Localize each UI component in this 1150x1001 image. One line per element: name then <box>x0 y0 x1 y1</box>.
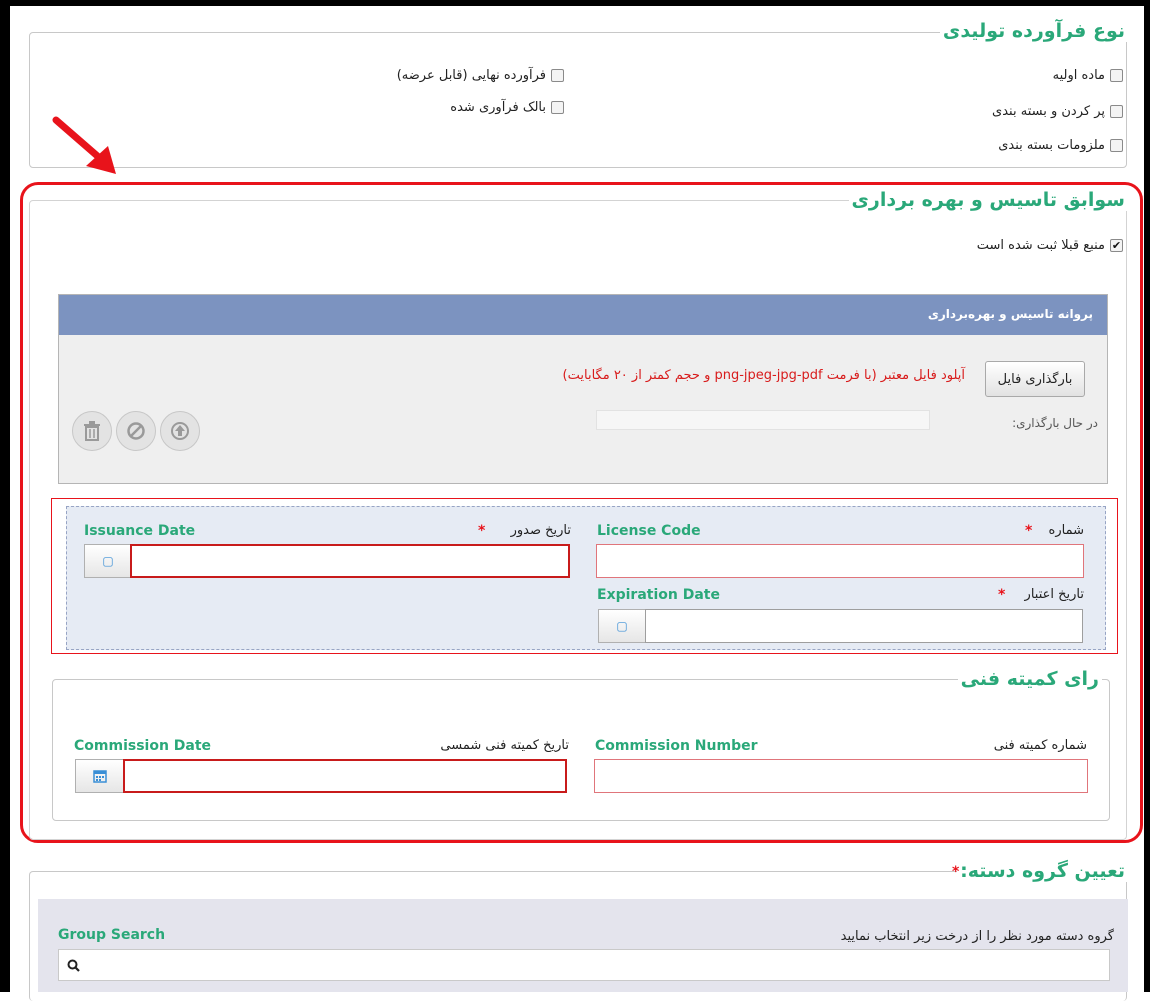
red-arrow-annotation <box>52 116 116 174</box>
group-search-label: Group Search <box>58 927 166 943</box>
checkbox-processed-bulk[interactable]: بالک فرآوری شده <box>450 100 564 115</box>
committee-legend: رای کمیته فنی <box>957 668 1102 690</box>
checkbox-box[interactable]: ✔ <box>1110 239 1123 252</box>
license-code-label: License Code <box>597 523 701 539</box>
checkbox-label: منبع قبلا ثبت شده است <box>976 238 1105 253</box>
calendar-icon: ▢ <box>616 619 628 633</box>
checkbox-label: فرآورده نهایی (قابل عرضه) <box>396 68 546 83</box>
required-star: * <box>478 523 486 539</box>
checkbox-box[interactable] <box>1110 69 1123 82</box>
group-instruction: گروه دسته مورد نظر را از درخت زیر انتخاب… <box>840 929 1114 944</box>
committee-date-label: تاریخ کمیته فنی شمسی <box>440 738 569 753</box>
commission-number-label: Commission Number <box>595 738 758 754</box>
checkbox-fill-pack[interactable]: پر کردن و بسته بندی <box>992 104 1123 119</box>
checkbox-box[interactable] <box>551 101 564 114</box>
required-star: * <box>1025 523 1033 539</box>
calendar-icon <box>93 770 107 783</box>
commission-number-input[interactable] <box>594 759 1088 793</box>
issuance-date-label: Issuance Date <box>84 523 196 539</box>
license-code-input[interactable] <box>596 544 1084 578</box>
issuance-date-input[interactable] <box>130 544 570 578</box>
checkbox-label: ملزومات بسته بندی <box>998 138 1105 153</box>
window-frame-top <box>0 0 1150 6</box>
checkbox-label: ماده اولیه <box>1052 68 1105 83</box>
checkbox-box[interactable] <box>1110 139 1123 152</box>
upload-progress-label: در حال بارگذاری: <box>1012 416 1098 430</box>
group-search-input[interactable] <box>58 949 1110 981</box>
checkbox-final-product[interactable]: فرآورده نهایی (قابل عرضه) <box>397 68 564 83</box>
start-upload-button[interactable] <box>160 411 200 451</box>
delete-file-button[interactable] <box>72 411 112 451</box>
expiration-date-label: Expiration Date <box>597 587 720 603</box>
product-type-fieldset <box>29 32 1127 168</box>
arrow-up-circle-icon <box>171 422 189 440</box>
window-frame-left <box>0 0 10 992</box>
history-legend: سوابق تاسیس و بهره برداری <box>848 189 1128 211</box>
expiration-date-input[interactable] <box>645 609 1083 643</box>
license-number-label: شماره <box>1048 523 1084 538</box>
cancel-upload-button[interactable] <box>116 411 156 451</box>
checkbox-raw-material[interactable]: ماده اولیه <box>1053 68 1123 83</box>
upload-panel-title: پروانه تاسیس و بهره‌برداری <box>59 295 1107 335</box>
checkbox-packaging-supplies[interactable]: ملزومات بسته بندی <box>998 138 1123 153</box>
product-type-legend: نوع فرآورده تولیدی <box>939 20 1128 42</box>
committee-number-label: شماره کمیته فنی <box>993 738 1087 753</box>
checkbox-label: پر کردن و بسته بندی <box>992 104 1105 119</box>
checkbox-label: بالک فرآوری شده <box>450 100 546 115</box>
required-star: * <box>998 587 1006 603</box>
group-legend: تعیین گروه دسته: <box>957 860 1128 882</box>
checkbox-registered-source[interactable]: ✔ منبع قبلا ثبت شده است <box>977 238 1123 253</box>
validity-date-label: تاریخ اعتبار <box>1024 587 1084 602</box>
issuance-date-calendar-button[interactable]: ▢ <box>84 544 132 578</box>
calendar-icon: ▢ <box>102 554 114 568</box>
window-frame-right <box>1144 0 1150 992</box>
search-icon <box>67 959 80 972</box>
checkbox-box[interactable] <box>551 69 564 82</box>
commission-date-label: Commission Date <box>74 738 212 754</box>
upload-panel: پروانه تاسیس و بهره‌برداری <box>58 294 1108 484</box>
upload-progress-bar <box>596 410 930 430</box>
upload-file-button[interactable]: بارگذاری فایل <box>985 361 1085 397</box>
expiration-date-calendar-button[interactable]: ▢ <box>598 609 646 643</box>
ban-icon <box>127 422 145 440</box>
commission-date-calendar-button[interactable] <box>75 759 125 793</box>
issue-date-label: تاریخ صدور <box>510 523 571 538</box>
checkbox-box[interactable] <box>1110 105 1123 118</box>
group-required-star: * <box>952 864 960 880</box>
commission-date-input[interactable] <box>123 759 567 793</box>
trash-icon <box>84 421 100 441</box>
upload-format-note: آپلود فایل معتبر (با فرمت png-jpeg-jpg-p… <box>562 368 965 383</box>
